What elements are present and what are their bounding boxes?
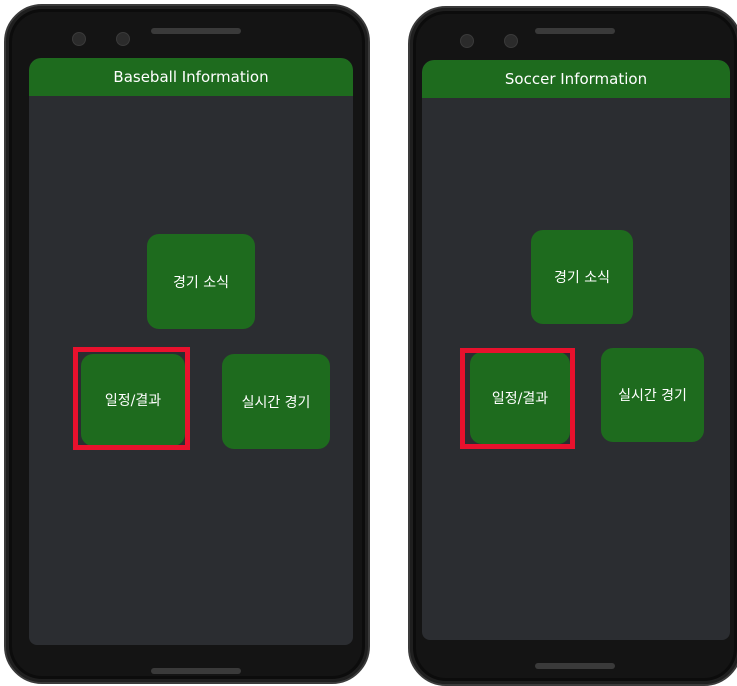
game-news-label: 경기 소식 [173, 274, 229, 291]
game-news-button[interactable]: 경기 소식 [147, 234, 255, 329]
sensor-icon [116, 32, 130, 46]
live-game-button[interactable]: 실시간 경기 [222, 354, 330, 449]
sensor-icon [504, 34, 518, 48]
phone-right: Soccer Information 경기 소식 일정/결과 실시간 경기 [408, 6, 737, 686]
live-game-label: 실시간 경기 [241, 394, 311, 411]
earpiece-speaker [535, 28, 615, 34]
live-game-button[interactable]: 실시간 경기 [601, 348, 704, 442]
phone-left: Baseball Information 경기 소식 일정/결과 실시간 경기 [4, 4, 370, 684]
live-game-label: 실시간 경기 [618, 388, 687, 404]
bottom-speaker [151, 668, 241, 674]
front-camera-icon [460, 34, 474, 48]
highlight-box [73, 347, 190, 450]
app-title: Baseball Information [113, 68, 269, 86]
app-title: Soccer Information [504, 70, 648, 88]
earpiece-speaker [151, 28, 241, 34]
app-screen-soccer: Soccer Information 경기 소식 일정/결과 실시간 경기 [422, 60, 730, 640]
app-title-bar: Baseball Information [29, 58, 353, 96]
app-screen-baseball: Baseball Information 경기 소식 일정/결과 실시간 경기 [29, 58, 353, 645]
app-title-bar: Soccer Information [422, 60, 730, 98]
highlight-box [460, 348, 575, 449]
game-news-label: 경기 소식 [554, 270, 610, 286]
front-camera-icon [72, 32, 86, 46]
game-news-button[interactable]: 경기 소식 [531, 230, 633, 324]
bottom-speaker [535, 663, 615, 669]
